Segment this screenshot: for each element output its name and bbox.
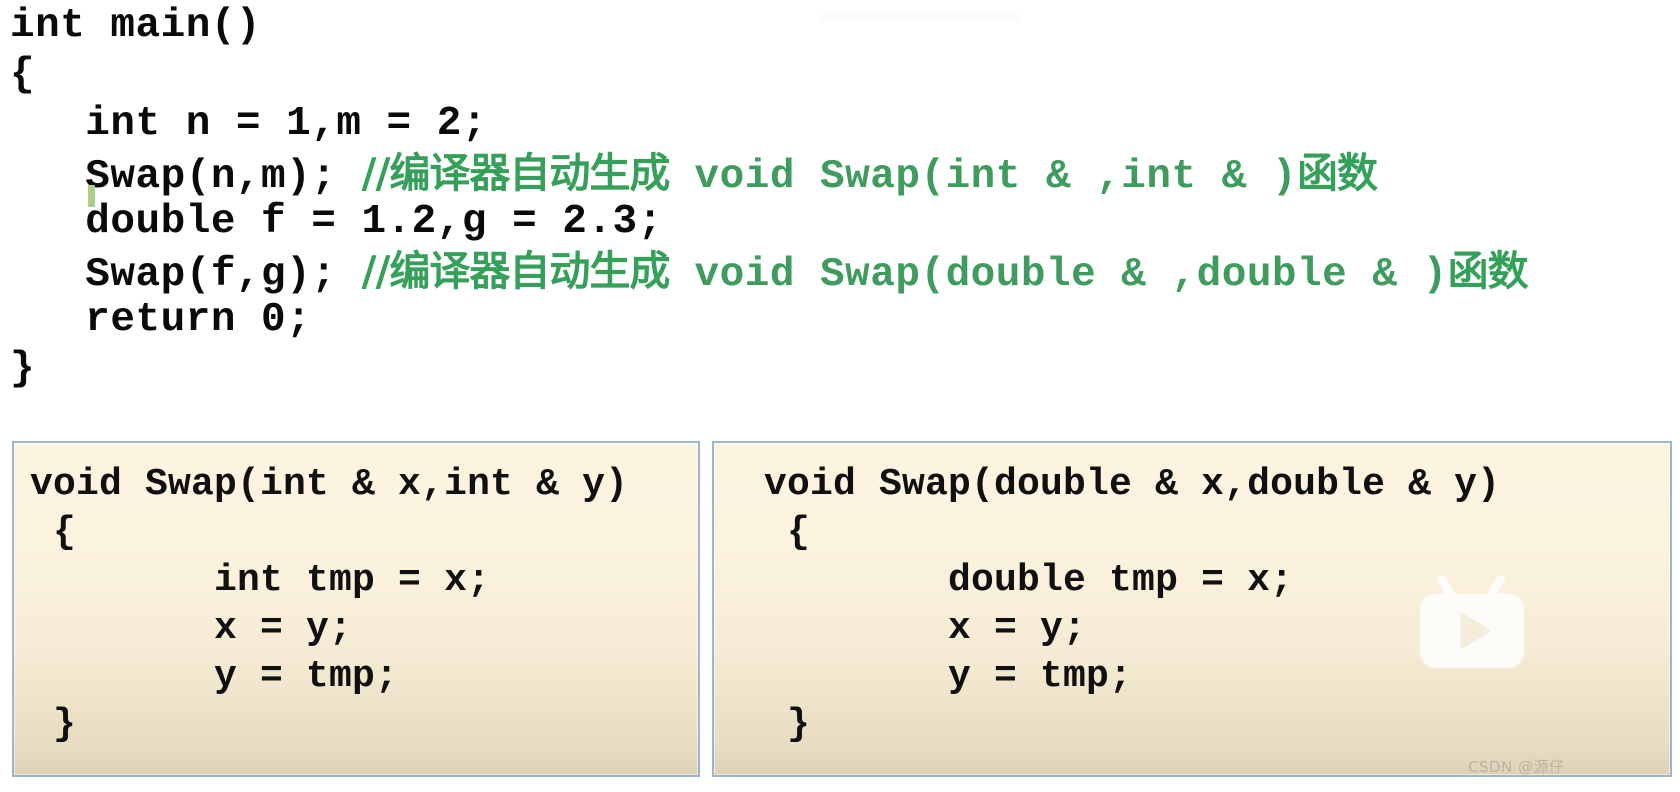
text-caret-marker bbox=[88, 185, 95, 207]
code-line: Swap(f,g); //编译器自动生成 void Swap(double & … bbox=[10, 247, 1670, 298]
code-line: { bbox=[764, 511, 811, 554]
code-span-comment: void Swap(int & ,int & ) bbox=[669, 154, 1298, 200]
code-span-comment-cn: //编译器自动生成 bbox=[361, 247, 670, 295]
code-line: y = tmp; bbox=[30, 655, 399, 698]
code-span-comment-cn: 函数 bbox=[1297, 149, 1378, 197]
code-line: int main() bbox=[10, 2, 1670, 51]
code-span-code: double f = 1.2,g = 2.3; bbox=[10, 199, 663, 245]
code-span-code: int n = 1,m = 2; bbox=[10, 101, 487, 147]
code-line: } bbox=[10, 345, 1670, 394]
code-line: Swap(n,m); //编译器自动生成 void Swap(int & ,in… bbox=[10, 149, 1670, 200]
code-line: void Swap(int & x,int & y) bbox=[30, 463, 629, 506]
code-span-comment: void Swap(double & ,double & ) bbox=[669, 252, 1448, 298]
code-line: { bbox=[10, 51, 1670, 100]
slide-canvas: int main(){ int n = 1,m = 2; Swap(n,m); … bbox=[0, 0, 1680, 792]
code-span-comment-cn: 函数 bbox=[1447, 247, 1529, 295]
int-swap-instantiation-box: void Swap(int & x,int & y) { int tmp = x… bbox=[12, 441, 700, 777]
code-span-code: Swap(n,m); bbox=[10, 154, 362, 200]
code-line: y = tmp; bbox=[764, 655, 1133, 698]
double-swap-code: void Swap(double & x,double & y) { doubl… bbox=[714, 443, 1500, 749]
code-line: void Swap(double & x,double & y) bbox=[764, 463, 1501, 506]
code-span-code: return 0; bbox=[10, 297, 312, 343]
code-line: } bbox=[30, 703, 77, 746]
code-span-code: { bbox=[10, 52, 36, 98]
code-line: { bbox=[30, 511, 77, 554]
main-function-code-block: int main(){ int n = 1,m = 2; Swap(n,m); … bbox=[10, 2, 1670, 394]
code-line: x = y; bbox=[764, 607, 1087, 650]
int-swap-code: void Swap(int & x,int & y) { int tmp = x… bbox=[14, 443, 628, 749]
code-line: x = y; bbox=[30, 607, 353, 650]
csdn-watermark: CSDN @源仔 bbox=[1468, 758, 1565, 776]
code-span-code: int main() bbox=[10, 3, 262, 49]
code-line: double tmp = x; bbox=[764, 559, 1294, 602]
code-line: double f = 1.2,g = 2.3; bbox=[10, 198, 1670, 247]
code-span-code: } bbox=[10, 346, 36, 392]
code-line: int tmp = x; bbox=[30, 559, 491, 602]
code-line: return 0; bbox=[10, 296, 1670, 345]
code-line: } bbox=[764, 703, 811, 746]
code-line: int n = 1,m = 2; bbox=[10, 100, 1670, 149]
code-span-code: Swap(f,g); bbox=[10, 252, 362, 298]
code-span-comment-cn: //编译器自动生成 bbox=[361, 149, 670, 197]
double-swap-instantiation-box: void Swap(double & x,double & y) { doubl… bbox=[712, 441, 1672, 777]
